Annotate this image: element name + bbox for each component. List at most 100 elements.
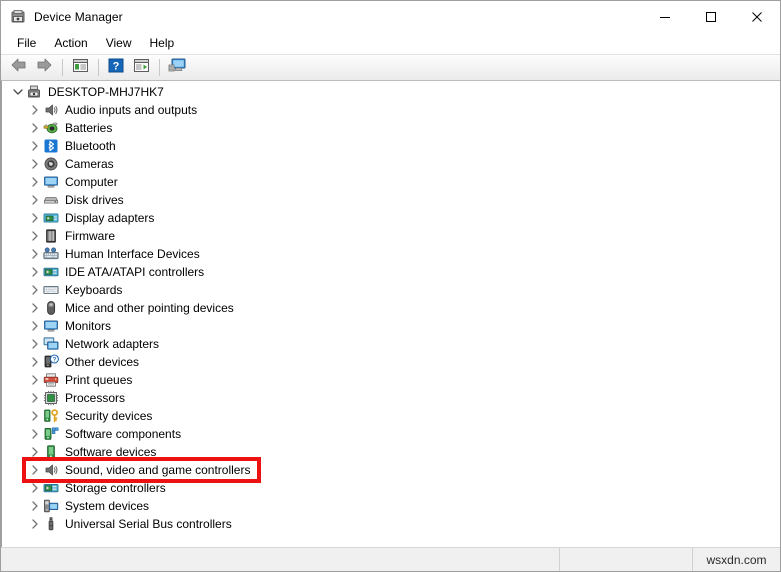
tree-item-monitors[interactable]: Monitors <box>2 317 780 335</box>
computer-root-icon <box>26 84 42 100</box>
chevron-right-icon[interactable] <box>27 372 43 388</box>
chevron-right-icon[interactable] <box>27 300 43 316</box>
chevron-right-icon[interactable] <box>27 210 43 226</box>
caption-button-group <box>642 1 780 32</box>
tree-item-security-devices[interactable]: Security devices <box>2 407 780 425</box>
chevron-right-icon[interactable] <box>27 138 43 154</box>
tree-item-computer[interactable]: Computer <box>2 173 780 191</box>
tree-item-label: Processors <box>65 391 126 405</box>
chevron-right-icon[interactable] <box>27 408 43 424</box>
tree-item-network-adapters[interactable]: Network adapters <box>2 335 780 353</box>
software-device-icon <box>43 444 59 460</box>
chevron-right-icon[interactable] <box>27 120 43 136</box>
tree-item-mice-and-other-pointing-devices[interactable]: Mice and other pointing devices <box>2 299 780 317</box>
tree-item-label: Human Interface Devices <box>65 247 200 261</box>
camera-icon <box>43 156 59 172</box>
chevron-right-icon[interactable] <box>27 264 43 280</box>
tree-item-label: Security devices <box>65 409 153 423</box>
disk-drive-icon <box>43 192 59 208</box>
tree-item-storage-controllers[interactable]: Storage controllers <box>2 479 780 497</box>
chevron-right-icon[interactable] <box>27 318 43 334</box>
help-button[interactable]: ? <box>104 57 128 79</box>
title-bar: Device Manager <box>1 1 780 32</box>
device-tree: DESKTOP-MHJ7HK7 Audio inputs and outputs B… <box>2 81 780 533</box>
tree-item-label: System devices <box>65 499 150 513</box>
chevron-right-icon[interactable] <box>27 228 43 244</box>
chevron-right-icon[interactable] <box>27 390 43 406</box>
window-title: Device Manager <box>34 9 123 24</box>
status-bar: wsxdn.com <box>1 547 780 571</box>
chevron-right-icon[interactable] <box>27 426 43 442</box>
toolbar-separator-1 <box>62 59 63 76</box>
chevron-right-icon[interactable] <box>27 444 43 460</box>
tree-item-label: Software devices <box>65 445 157 459</box>
tree-item-desktop-mhj7hk7[interactable]: DESKTOP-MHJ7HK7 <box>2 83 780 101</box>
tree-item-other-devices[interactable]: ? Other devices <box>2 353 780 371</box>
firmware-chip-icon <box>43 228 59 244</box>
tree-item-display-adapters[interactable]: Display adapters <box>2 209 780 227</box>
back-button[interactable] <box>7 57 31 79</box>
tree-item-bluetooth[interactable]: Bluetooth <box>2 137 780 155</box>
toolbar-separator-3 <box>159 59 160 76</box>
speaker-icon <box>43 102 59 118</box>
chevron-right-icon[interactable] <box>27 354 43 370</box>
console-tree-icon <box>72 58 89 78</box>
close-button[interactable] <box>734 1 780 32</box>
chevron-right-icon[interactable] <box>27 246 43 262</box>
tree-item-print-queues[interactable]: Print queues <box>2 371 780 389</box>
tree-item-software-components[interactable]: Software components <box>2 425 780 443</box>
menu-help[interactable]: Help <box>141 34 184 53</box>
toolbar: ? <box>1 55 780 81</box>
menu-file[interactable]: File <box>8 34 45 53</box>
tree-item-system-devices[interactable]: System devices <box>2 497 780 515</box>
other-device-question-icon: ? <box>43 354 59 370</box>
maximize-button[interactable] <box>688 1 734 32</box>
tree-item-cameras[interactable]: Cameras <box>2 155 780 173</box>
menu-view[interactable]: View <box>97 34 141 53</box>
properties-button[interactable] <box>129 57 153 79</box>
chevron-right-icon[interactable] <box>27 282 43 298</box>
chevron-right-icon[interactable] <box>27 156 43 172</box>
bluetooth-icon <box>43 138 59 154</box>
system-device-icon <box>43 498 59 514</box>
tree-item-human-interface-devices[interactable]: Human Interface Devices <box>2 245 780 263</box>
security-key-icon <box>43 408 59 424</box>
scan-hardware-changes-button[interactable] <box>165 57 189 79</box>
chevron-right-icon[interactable] <box>27 192 43 208</box>
forward-button[interactable] <box>32 57 56 79</box>
tree-item-universal-serial-bus-controllers[interactable]: Universal Serial Bus controllers <box>2 515 780 533</box>
minimize-button[interactable] <box>642 1 688 32</box>
tree-item-processors[interactable]: Processors <box>2 389 780 407</box>
tree-item-disk-drives[interactable]: Disk drives <box>2 191 780 209</box>
tree-item-audio-inputs-and-outputs[interactable]: Audio inputs and outputs <box>2 101 780 119</box>
chevron-right-icon[interactable] <box>27 462 43 478</box>
show-hide-console-tree-button[interactable] <box>68 57 92 79</box>
tree-item-sound-video-and-game-controllers[interactable]: Sound, video and game controllers <box>2 461 780 479</box>
tree-item-firmware[interactable]: Firmware <box>2 227 780 245</box>
chevron-right-icon[interactable] <box>27 516 43 532</box>
chevron-right-icon[interactable] <box>27 174 43 190</box>
menu-action[interactable]: Action <box>45 34 96 53</box>
chevron-down-icon[interactable] <box>10 84 26 100</box>
chevron-right-icon[interactable] <box>27 480 43 496</box>
chevron-right-icon[interactable] <box>27 498 43 514</box>
chevron-right-icon[interactable] <box>27 336 43 352</box>
tree-item-software-devices[interactable]: Software devices <box>2 443 780 461</box>
tree-item-label: IDE ATA/ATAPI controllers <box>65 265 205 279</box>
chevron-right-icon[interactable] <box>27 102 43 118</box>
tree-item-label: Keyboards <box>65 283 123 297</box>
toolbar-separator-2 <box>98 59 99 76</box>
tree-item-ide-ata-atapi-controllers[interactable]: IDE ATA/ATAPI controllers <box>2 263 780 281</box>
status-bar-secondary-pane <box>560 548 693 571</box>
tree-item-keyboards[interactable]: Keyboards <box>2 281 780 299</box>
menu-bar: File Action View Help <box>1 32 780 55</box>
svg-text:?: ? <box>113 60 120 72</box>
monitor-icon <box>43 174 59 190</box>
device-manager-icon <box>10 9 26 25</box>
properties-icon <box>133 58 150 78</box>
tree-item-label: Disk drives <box>65 193 124 207</box>
hid-keyboard-icon <box>43 246 59 262</box>
tree-item-batteries[interactable]: Batteries <box>2 119 780 137</box>
printer-icon <box>43 372 59 388</box>
device-tree-panel[interactable]: DESKTOP-MHJ7HK7 Audio inputs and outputs B… <box>1 81 780 547</box>
